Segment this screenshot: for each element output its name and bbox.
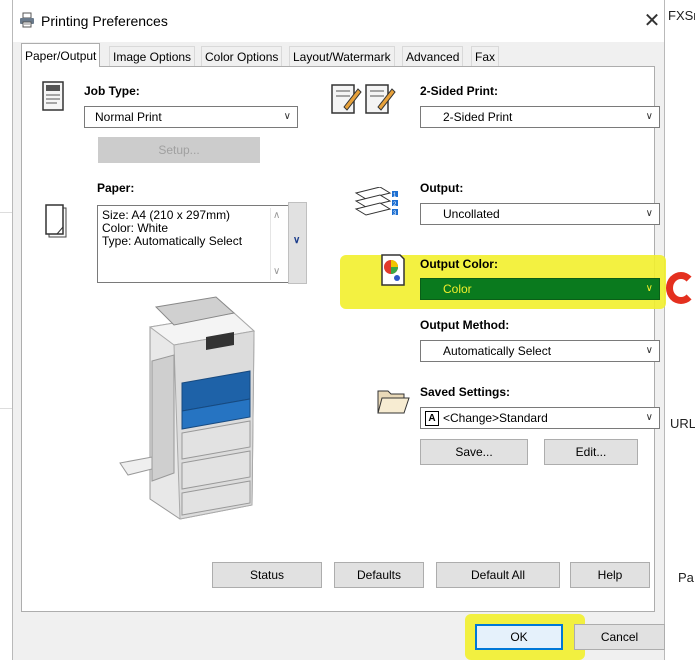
output-icon: 123 [352,186,404,223]
cancel-button[interactable]: Cancel [574,624,665,650]
paper-scrollbar[interactable]: ∧ ∨ [270,208,285,280]
paper-type-text: Type: Automatically Select [102,234,243,248]
output-color-value: Color [443,282,472,296]
output-select[interactable]: Uncollated ∨ [420,203,660,225]
tab-paper-output[interactable]: Paper/Output [21,43,101,67]
two-sided-print-label: 2-Sided Print: [420,84,499,98]
tab-fax[interactable]: Fax [471,46,500,66]
scroll-up-icon[interactable]: ∧ [273,210,280,221]
tab-image-options[interactable]: Image Options [109,46,196,66]
chevron-down-icon: ∨ [645,412,653,423]
chevron-down-icon: ∨ [283,111,291,122]
paper-icon [44,203,70,241]
settings-a-icon: A [425,411,439,426]
two-sided-print-icon [330,81,396,117]
output-color-select[interactable]: Color ∨ [420,278,660,300]
scroll-down-icon[interactable]: ∨ [273,266,280,277]
help-button[interactable]: Help [570,562,650,588]
saved-settings-select[interactable]: A <Change>Standard ∨ [420,407,660,429]
output-method-label: Output Method: [420,318,510,332]
dialog-title: Printing Preferences [41,13,168,29]
background-divider [0,212,12,213]
background-logo-icon [666,272,695,304]
chevron-down-icon: ∨ [645,283,653,294]
tab-advanced[interactable]: Advanced [402,46,464,66]
default-all-button[interactable]: Default All [436,562,560,588]
output-method-value: Automatically Select [443,344,552,358]
background-window: FXSr URL Pa [663,0,695,660]
background-text-top: FXSr [668,8,695,23]
status-button[interactable]: Status [212,562,322,588]
chevron-down-icon: ∨ [645,208,653,219]
job-type-icon [42,81,64,111]
paper-output-panel: Job Type: Normal Print ∨ Setup... 2-Side… [21,66,666,612]
chevron-down-icon: ∨ [645,111,653,122]
printer-illustration [116,287,266,523]
background-text-bottom: Pa [678,570,694,585]
close-icon[interactable]: ✕ [641,8,663,34]
folder-icon [376,385,410,415]
chevron-down-icon: ∨ [645,345,653,356]
defaults-button[interactable]: Defaults [334,562,424,588]
background-divider [0,408,12,409]
background-text-url: URL [670,416,695,431]
two-sided-print-value: 2-Sided Print [443,110,513,124]
printer-icon [19,12,35,28]
output-value: Uncollated [443,207,500,221]
chevron-down-icon: ∨ [293,235,301,246]
paper-label: Paper: [97,181,135,195]
paper-settings-button[interactable]: ∨ [288,202,307,284]
output-method-select[interactable]: Automatically Select ∨ [420,340,660,362]
output-label: Output: [420,181,464,195]
saved-settings-value: <Change>Standard [443,411,548,425]
setup-button[interactable]: Setup... [98,137,260,163]
saved-settings-label: Saved Settings: [420,385,511,399]
tab-layout-watermark[interactable]: Layout/Watermark [289,46,395,66]
ok-button[interactable]: OK [475,624,563,650]
job-type-label: Job Type: [84,84,140,98]
job-type-value: Normal Print [95,110,162,124]
paper-info-box[interactable]: Size: A4 (210 x 297mm) Color: White Type… [97,205,289,283]
output-color-label: Output Color: [420,257,498,271]
printing-preferences-dialog: Printing Preferences ✕ Paper/Output Imag… [12,0,666,660]
two-sided-print-select[interactable]: 2-Sided Print ∨ [420,106,660,128]
background-window-edge [0,0,12,660]
edit-button[interactable]: Edit... [544,439,638,465]
title-bar: Printing Preferences ✕ [13,0,664,42]
output-color-icon [380,253,406,287]
save-button[interactable]: Save... [420,439,528,465]
tab-color-options[interactable]: Color Options [201,46,283,66]
job-type-select[interactable]: Normal Print ∨ [84,106,298,128]
